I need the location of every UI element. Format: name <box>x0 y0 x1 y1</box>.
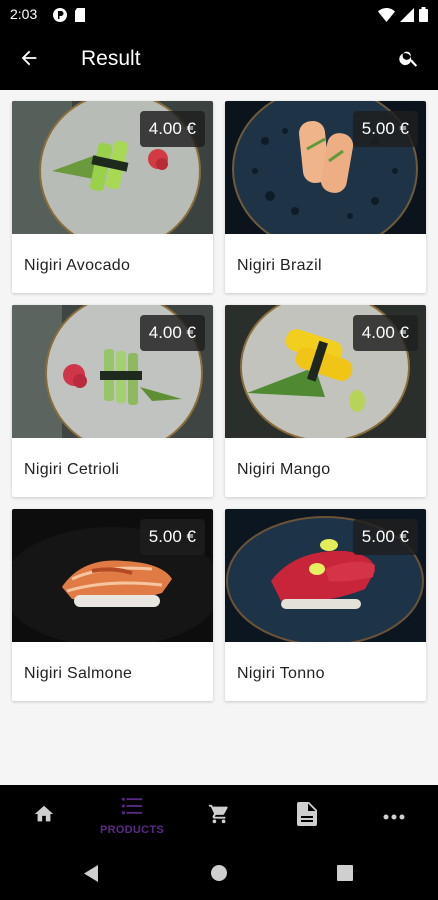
recents-square-icon[interactable] <box>337 865 353 886</box>
app-bar: Result <box>0 30 438 90</box>
price-badge: 5.00 € <box>352 111 418 147</box>
search-button[interactable] <box>392 44 426 76</box>
nav-products[interactable]: PRODUCTS <box>94 785 170 847</box>
page-title: Result <box>81 47 141 70</box>
back-triangle-icon[interactable] <box>82 864 100 888</box>
product-name: Nigiri Tonno <box>237 665 325 682</box>
product-image-mango: 4.00 € <box>225 305 426 438</box>
system-nav <box>0 847 438 900</box>
product-card[interactable]: 4.00 € Nigiri Avocado <box>12 101 213 293</box>
nav-products-label: PRODUCTS <box>99 824 165 836</box>
product-image-cetrioli: 4.00 € <box>12 305 213 438</box>
wifi-icon <box>378 7 395 27</box>
more-icon <box>383 807 405 825</box>
nav-orders[interactable] <box>287 785 327 847</box>
product-image-salmone: 5.00 € <box>12 509 213 642</box>
nav-more[interactable] <box>374 785 414 847</box>
price-badge: 4.00 € <box>352 315 418 351</box>
product-name: Nigiri Avocado <box>24 257 131 274</box>
arrow-back-icon <box>18 47 40 74</box>
product-image-brazil: 5.00 € <box>225 101 426 234</box>
search-icon <box>398 47 420 74</box>
home-circle-icon[interactable] <box>210 864 228 887</box>
document-icon <box>297 801 317 831</box>
price-badge: 5.00 € <box>139 519 205 555</box>
media-icon <box>52 7 68 28</box>
bottom-nav: PRODUCTS <box>0 785 438 847</box>
signal-icon <box>400 7 414 27</box>
product-card[interactable]: 5.00 € Nigiri Brazil <box>225 101 426 293</box>
status-time: 2:03 <box>10 6 38 22</box>
list-icon <box>121 796 143 821</box>
price-badge: 4.00 € <box>139 111 205 147</box>
product-card[interactable]: 5.00 € Nigiri Tonno <box>225 509 426 701</box>
product-name: Nigiri Cetrioli <box>24 461 120 478</box>
product-card[interactable]: 4.00 € Nigiri Mango <box>225 305 426 497</box>
product-image-tonno: 5.00 € <box>225 509 426 642</box>
product-card[interactable]: 5.00 € Nigiri Salmone <box>12 509 213 701</box>
sim-card-icon <box>74 7 86 28</box>
nav-cart[interactable] <box>199 785 239 847</box>
product-card[interactable]: 4.00 € Nigiri Cetrioli <box>12 305 213 497</box>
product-name: Nigiri Mango <box>237 461 331 478</box>
battery-icon <box>419 7 428 27</box>
cart-icon <box>208 803 230 830</box>
status-bar: 2:03 <box>0 0 438 30</box>
home-icon <box>33 803 55 830</box>
price-badge: 5.00 € <box>352 519 418 555</box>
product-name: Nigiri Brazil <box>237 257 322 274</box>
nav-home[interactable] <box>24 785 64 847</box>
product-name: Nigiri Salmone <box>24 665 133 682</box>
back-button[interactable] <box>12 44 46 76</box>
product-list: 4.00 € Nigiri Avocado 5.00 € Nigiri Braz… <box>0 90 438 785</box>
product-image-avocado: 4.00 € <box>12 101 213 234</box>
price-badge: 4.00 € <box>139 315 205 351</box>
